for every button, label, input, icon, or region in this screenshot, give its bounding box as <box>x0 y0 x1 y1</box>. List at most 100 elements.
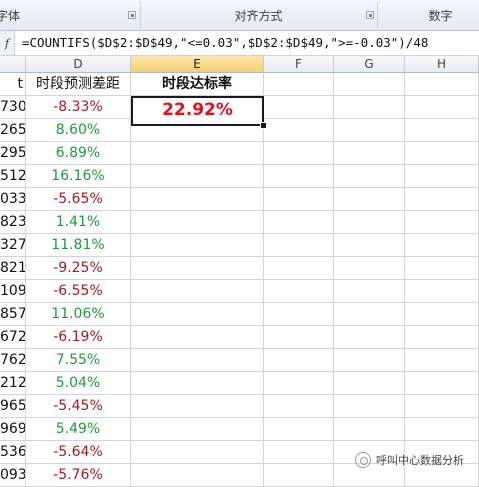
row-cell-c[interactable]: 109 <box>0 280 26 303</box>
font-dialog-launcher-icon[interactable] <box>128 11 136 19</box>
empty-cell[interactable] <box>405 326 479 349</box>
empty-cell[interactable] <box>405 303 479 326</box>
ribbon-group-font[interactable]: 字体 <box>0 0 138 30</box>
row-cell-c[interactable]: 762 <box>0 349 26 372</box>
column-header-c[interactable] <box>0 56 26 73</box>
empty-cell[interactable] <box>131 326 264 349</box>
fx-icon[interactable]: f <box>0 31 15 55</box>
empty-cell[interactable] <box>264 257 334 280</box>
empty-cell[interactable] <box>405 418 479 441</box>
row-cell-c[interactable]: 212 <box>0 372 26 395</box>
empty-cell[interactable] <box>405 280 479 303</box>
empty-cell[interactable] <box>334 326 405 349</box>
empty-cell[interactable] <box>264 349 334 372</box>
row-cell-d[interactable]: 8.60% <box>26 119 131 142</box>
empty-cell[interactable] <box>334 303 405 326</box>
row-cell-d[interactable]: 11.81% <box>26 234 131 257</box>
empty-cell[interactable] <box>264 372 334 395</box>
empty-cell[interactable] <box>131 234 264 257</box>
row-cell-d[interactable]: -5.64% <box>26 441 131 464</box>
header-cell[interactable]: 时段达标率 <box>131 73 264 96</box>
empty-cell[interactable] <box>405 188 479 211</box>
row-cell-c[interactable]: 965 <box>0 395 26 418</box>
header-cell[interactable] <box>334 73 405 96</box>
fill-handle[interactable] <box>260 122 267 129</box>
row-cell-d[interactable]: -8.33% <box>26 96 131 119</box>
empty-cell[interactable] <box>334 96 405 119</box>
empty-cell[interactable] <box>334 188 405 211</box>
empty-cell[interactable] <box>131 464 264 487</box>
empty-cell[interactable] <box>264 395 334 418</box>
empty-cell[interactable] <box>405 349 479 372</box>
empty-cell[interactable] <box>131 257 264 280</box>
row-cell-d[interactable]: -6.55% <box>26 280 131 303</box>
empty-cell[interactable] <box>334 257 405 280</box>
empty-cell[interactable] <box>264 326 334 349</box>
empty-cell[interactable] <box>334 395 405 418</box>
header-cell[interactable] <box>264 73 334 96</box>
empty-cell[interactable] <box>405 257 479 280</box>
header-cell[interactable]: 时段预测差距 <box>26 73 131 96</box>
row-cell-c[interactable]: 512 <box>0 165 26 188</box>
empty-cell[interactable] <box>131 441 264 464</box>
empty-cell[interactable] <box>264 142 334 165</box>
empty-cell[interactable] <box>405 234 479 257</box>
row-cell-d[interactable]: -5.45% <box>26 395 131 418</box>
empty-cell[interactable] <box>131 372 264 395</box>
empty-cell[interactable] <box>334 372 405 395</box>
empty-cell[interactable] <box>264 280 334 303</box>
ribbon-group-number[interactable]: 数字 <box>378 0 479 30</box>
column-header-d[interactable]: D <box>26 56 131 73</box>
row-cell-d[interactable]: -5.76% <box>26 464 131 487</box>
row-cell-d[interactable]: 16.16% <box>26 165 131 188</box>
result-cell-e2[interactable]: 22.92% <box>131 96 264 126</box>
empty-cell[interactable] <box>131 349 264 372</box>
row-cell-d[interactable]: 5.04% <box>26 372 131 395</box>
empty-cell[interactable] <box>334 165 405 188</box>
empty-cell[interactable] <box>334 142 405 165</box>
empty-cell[interactable] <box>405 165 479 188</box>
empty-cell[interactable] <box>405 142 479 165</box>
empty-cell[interactable] <box>264 96 334 119</box>
row-cell-c[interactable]: 672 <box>0 326 26 349</box>
empty-cell[interactable] <box>334 280 405 303</box>
alignment-dialog-launcher-icon[interactable] <box>366 11 374 19</box>
row-cell-c[interactable]: 730 <box>0 96 26 119</box>
empty-cell[interactable] <box>131 188 264 211</box>
row-cell-d[interactable]: 7.55% <box>26 349 131 372</box>
empty-cell[interactable] <box>264 441 334 464</box>
header-cell[interactable] <box>405 73 479 96</box>
empty-cell[interactable] <box>334 418 405 441</box>
row-cell-c[interactable]: 823 <box>0 211 26 234</box>
row-cell-c[interactable]: 327 <box>0 234 26 257</box>
row-cell-d[interactable]: -6.19% <box>26 326 131 349</box>
empty-cell[interactable] <box>131 395 264 418</box>
empty-cell[interactable] <box>131 165 264 188</box>
empty-cell[interactable] <box>264 165 334 188</box>
row-cell-d[interactable]: 5.49% <box>26 418 131 441</box>
row-cell-c[interactable]: 536 <box>0 441 26 464</box>
formula-input[interactable]: =COUNTIFS($D$2:$D$49,"<=0.03",$D$2:$D$49… <box>22 31 428 55</box>
column-header-h[interactable]: H <box>405 56 479 73</box>
row-cell-c[interactable]: 821 <box>0 257 26 280</box>
row-cell-d[interactable]: -9.25% <box>26 257 131 280</box>
empty-cell[interactable] <box>264 119 334 142</box>
empty-cell[interactable] <box>334 234 405 257</box>
row-cell-c[interactable]: 033 <box>0 188 26 211</box>
empty-cell[interactable] <box>131 303 264 326</box>
row-cell-d[interactable]: 11.06% <box>26 303 131 326</box>
row-cell-c[interactable]: 857 <box>0 303 26 326</box>
empty-cell[interactable] <box>334 119 405 142</box>
empty-cell[interactable] <box>264 211 334 234</box>
empty-cell[interactable] <box>405 395 479 418</box>
empty-cell[interactable] <box>334 211 405 234</box>
empty-cell[interactable] <box>405 96 479 119</box>
empty-cell[interactable] <box>131 211 264 234</box>
empty-cell[interactable] <box>264 234 334 257</box>
row-cell-c[interactable]: 093 <box>0 464 26 487</box>
row-cell-c[interactable]: 265 <box>0 119 26 142</box>
empty-cell[interactable] <box>405 211 479 234</box>
empty-cell[interactable] <box>264 303 334 326</box>
row-cell-c[interactable]: 295 <box>0 142 26 165</box>
empty-cell[interactable] <box>334 349 405 372</box>
